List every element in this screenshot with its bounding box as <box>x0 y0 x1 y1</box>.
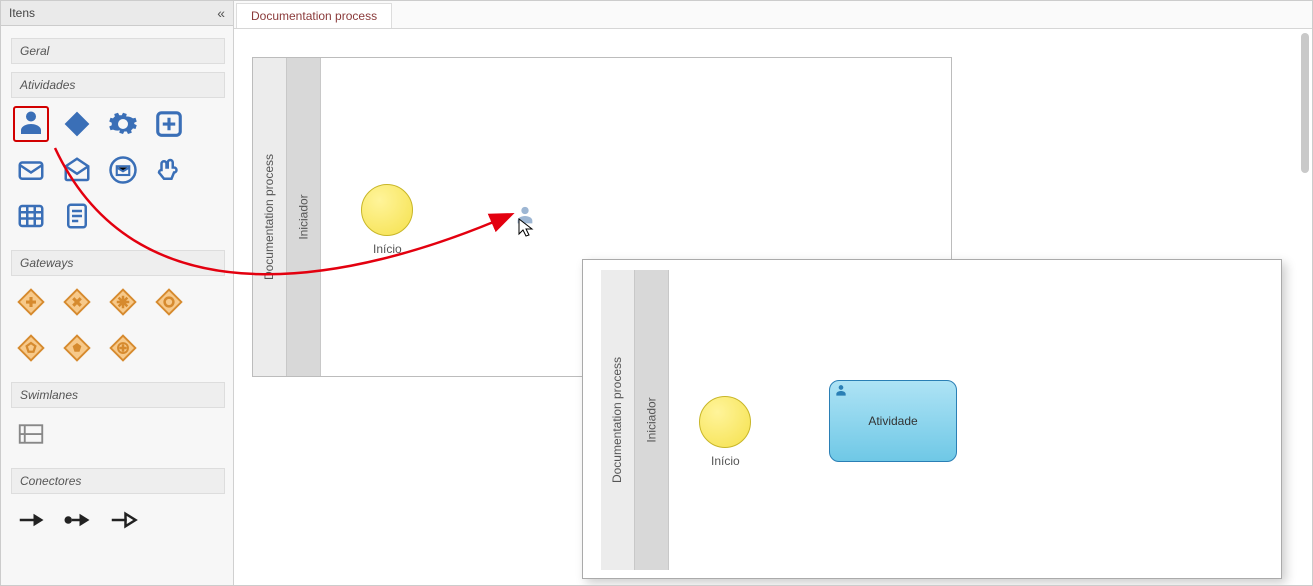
gateway-plus-alt-icon[interactable] <box>105 330 141 366</box>
canvas[interactable]: Documentation process Iniciador Início D… <box>234 29 1312 585</box>
swimlane-icon[interactable] <box>13 416 49 452</box>
pool-result-title[interactable]: Documentation process <box>601 270 635 570</box>
activity-user-icon <box>834 384 848 401</box>
arrow-solid-icon[interactable] <box>13 502 49 538</box>
start-event[interactable] <box>361 184 413 236</box>
tab-documentation-process[interactable]: Documentation process <box>236 3 392 28</box>
activity-node[interactable]: Atividade <box>829 380 957 462</box>
activities-grid <box>11 106 225 244</box>
section-swimlanes[interactable]: Swimlanes <box>11 382 225 408</box>
lane-title[interactable]: Iniciador <box>287 58 321 376</box>
section-gateways[interactable]: Gateways <box>11 250 225 276</box>
sidebar-title: Itens <box>9 6 35 20</box>
section-conectores[interactable]: Conectores <box>11 468 225 494</box>
swimlanes-grid <box>11 416 225 462</box>
gateways-grid <box>11 284 225 376</box>
cursor-icon <box>518 218 536 241</box>
connectors-grid <box>11 502 225 548</box>
gear-icon[interactable] <box>105 106 141 142</box>
result-panel: Documentation process Iniciador Início A… <box>582 259 1282 579</box>
gateway-pentagon2-icon[interactable] <box>59 330 95 366</box>
lane-result-title[interactable]: Iniciador <box>635 270 669 570</box>
diamond-icon[interactable] <box>59 106 95 142</box>
gateway-star-icon[interactable] <box>105 284 141 320</box>
envelope-open-icon[interactable] <box>59 152 95 188</box>
hand-point-icon[interactable] <box>151 152 187 188</box>
plus-box-icon[interactable] <box>151 106 187 142</box>
app-root: Itens « Geral Atividades <box>0 0 1313 586</box>
canvas-scrollbar[interactable] <box>1301 33 1309 173</box>
arrow-dot-icon[interactable] <box>59 502 95 538</box>
start-event-result[interactable] <box>699 396 751 448</box>
arrow-open-icon[interactable] <box>105 502 141 538</box>
envelope-icon[interactable] <box>13 152 49 188</box>
envelope-circle-icon[interactable] <box>105 152 141 188</box>
pool-result[interactable]: Documentation process Iniciador Início A… <box>601 270 1266 570</box>
sidebar-header: Itens « <box>1 1 233 26</box>
table-icon[interactable] <box>13 198 49 234</box>
gateway-plus-icon[interactable] <box>13 284 49 320</box>
main-area: Documentation process Documentation proc… <box>234 1 1312 585</box>
sidebar-body: Geral Atividades <box>1 26 233 585</box>
gateway-x-icon[interactable] <box>59 284 95 320</box>
tab-bar: Documentation process <box>234 1 1312 29</box>
collapse-sidebar-icon[interactable]: « <box>217 5 225 21</box>
section-geral[interactable]: Geral <box>11 38 225 64</box>
gateway-pentagon-icon[interactable] <box>13 330 49 366</box>
pool-title[interactable]: Documentation process <box>253 58 287 376</box>
section-atividades[interactable]: Atividades <box>11 72 225 98</box>
user-task-icon[interactable] <box>13 106 49 142</box>
activity-label: Atividade <box>868 414 917 428</box>
document-icon[interactable] <box>59 198 95 234</box>
start-event-label: Início <box>373 242 402 256</box>
lane-result-content[interactable]: Início Atividade <box>669 270 1266 570</box>
sidebar-palette: Itens « Geral Atividades <box>1 1 234 585</box>
gateway-circle-icon[interactable] <box>151 284 187 320</box>
start-event-result-label: Início <box>711 454 740 468</box>
